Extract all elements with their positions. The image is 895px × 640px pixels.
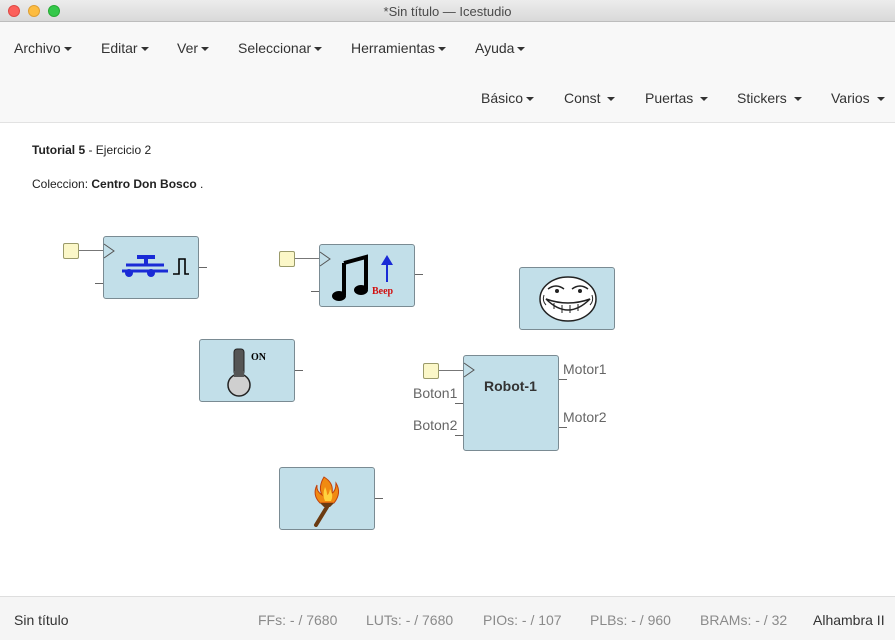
beep-block[interactable]: Beep xyxy=(319,244,415,307)
switch-on-label: ON xyxy=(251,352,266,363)
caret-down-icon xyxy=(876,97,885,102)
ffs-value: - / 7680 xyxy=(289,612,338,628)
output-pin xyxy=(415,274,423,275)
menu-varios-label: Varios xyxy=(831,90,870,106)
robot-title: Robot-1 xyxy=(484,378,537,394)
clock-input-icon xyxy=(463,362,475,378)
input-pin-boton1 xyxy=(455,403,463,404)
title-bar: *Sin título — Icestudio xyxy=(0,0,895,22)
port-label-boton2: Boton2 xyxy=(413,417,458,433)
menu-ver-label: Ver xyxy=(177,40,199,56)
clock-input-icon xyxy=(103,243,115,259)
troll-face-icon xyxy=(539,276,597,322)
board-selector[interactable]: Alhambra II xyxy=(813,612,885,628)
window-title: *Sin título — Icestudio xyxy=(383,4,512,19)
tutorial-title: Tutorial 5 xyxy=(32,143,86,157)
wire xyxy=(439,370,464,371)
plbs-label: PLBs: xyxy=(590,612,628,628)
input-node[interactable] xyxy=(279,251,295,267)
output-pin xyxy=(375,498,383,499)
button-pulse-block[interactable] xyxy=(103,236,199,299)
brams-usage: BRAMs: - / 32 xyxy=(700,612,787,628)
troll-face-block[interactable] xyxy=(519,267,615,330)
caret-down-icon xyxy=(793,97,802,102)
menu-herramientas[interactable]: Herramientas xyxy=(351,40,447,56)
design-canvas[interactable]: Tutorial 5 - Ejercicio 2 Coleccion: Cent… xyxy=(0,123,895,596)
caret-down-icon xyxy=(517,47,526,52)
torch-icon xyxy=(314,476,340,527)
menu-ayuda[interactable]: Ayuda xyxy=(475,40,526,56)
pios-value: - / 107 xyxy=(521,612,562,628)
coleccion-name: Centro Don Bosco xyxy=(91,177,197,191)
menu-herramientas-label: Herramientas xyxy=(351,40,436,56)
plbs-value: - / 960 xyxy=(631,612,671,628)
output-pin xyxy=(199,267,207,268)
menu-const[interactable]: Const xyxy=(564,90,616,106)
output-pin-motor1 xyxy=(559,379,567,380)
menu-editar[interactable]: Editar xyxy=(101,40,149,56)
ffs-usage: FFs: - / 7680 xyxy=(258,612,337,628)
music-beep-icon xyxy=(332,254,368,301)
menu-basico[interactable]: Básico xyxy=(481,90,535,106)
project-name: Sin título xyxy=(14,612,69,628)
caret-down-icon xyxy=(63,47,72,52)
input-pin xyxy=(311,291,319,292)
caret-down-icon xyxy=(201,47,210,52)
ffs-label: FFs: xyxy=(258,612,286,628)
output-pin xyxy=(295,370,303,371)
menu-varios[interactable]: Varios xyxy=(831,90,885,106)
up-arrow-icon xyxy=(381,255,393,282)
menu-seleccionar[interactable]: Seleccionar xyxy=(238,40,323,56)
port-label-boton1: Boton1 xyxy=(413,385,458,401)
pios-label: PIOs: xyxy=(483,612,519,628)
robot-block[interactable]: Robot-1 xyxy=(463,355,559,451)
status-bar: Sin título FFs: - / 7680 LUTs: - / 7680 … xyxy=(0,596,895,640)
wire xyxy=(79,250,104,251)
caret-down-icon xyxy=(314,47,323,52)
caret-down-icon xyxy=(607,97,616,102)
menu-archivo[interactable]: Archivo xyxy=(14,40,72,56)
coleccion-suffix: . xyxy=(196,177,204,191)
pios-usage: PIOs: - / 107 xyxy=(483,612,562,628)
input-node[interactable] xyxy=(63,243,79,259)
output-pin-motor2 xyxy=(559,427,567,428)
menu-const-label: Const xyxy=(564,90,601,106)
tutorial-subtitle: - Ejercicio 2 xyxy=(85,143,152,157)
button-pulse-icon xyxy=(122,255,189,277)
brams-value: - / 32 xyxy=(755,612,788,628)
input-pin-boton2 xyxy=(455,435,463,436)
menu-bar: Archivo Editar Ver Seleccionar Herramien… xyxy=(0,22,895,123)
port-label-motor2: Motor2 xyxy=(563,409,607,425)
luts-value: - / 7680 xyxy=(405,612,454,628)
beep-label: Beep xyxy=(372,286,394,297)
coleccion-prefix: Coleccion: xyxy=(32,177,92,191)
luts-label: LUTs: xyxy=(366,612,402,628)
input-pin xyxy=(95,283,103,284)
menu-ayuda-label: Ayuda xyxy=(475,40,515,56)
input-node[interactable] xyxy=(423,363,439,379)
menu-stickers[interactable]: Stickers xyxy=(737,90,802,106)
toggle-switch-block[interactable]: ON xyxy=(199,339,295,402)
torch-block[interactable] xyxy=(279,467,375,530)
menu-ver[interactable]: Ver xyxy=(177,40,210,56)
menu-seleccionar-label: Seleccionar xyxy=(238,40,312,56)
caret-down-icon xyxy=(438,47,447,52)
caret-down-icon xyxy=(526,97,535,102)
caret-down-icon xyxy=(140,47,149,52)
luts-usage: LUTs: - / 7680 xyxy=(366,612,453,628)
brams-label: BRAMs: xyxy=(700,612,752,628)
menu-puertas[interactable]: Puertas xyxy=(645,90,709,106)
coleccion-info: Coleccion: Centro Don Bosco . xyxy=(32,177,203,191)
port-label-motor1: Motor1 xyxy=(563,361,607,377)
menu-stickers-label: Stickers xyxy=(737,90,787,106)
wire xyxy=(295,258,320,259)
menu-puertas-label: Puertas xyxy=(645,90,694,106)
tutorial-info: Tutorial 5 - Ejercicio 2 xyxy=(32,143,151,157)
menu-editar-label: Editar xyxy=(101,40,138,56)
menu-archivo-label: Archivo xyxy=(14,40,61,56)
menu-basico-label: Básico xyxy=(481,90,524,106)
plbs-usage: PLBs: - / 960 xyxy=(590,612,671,628)
caret-down-icon xyxy=(700,97,709,102)
